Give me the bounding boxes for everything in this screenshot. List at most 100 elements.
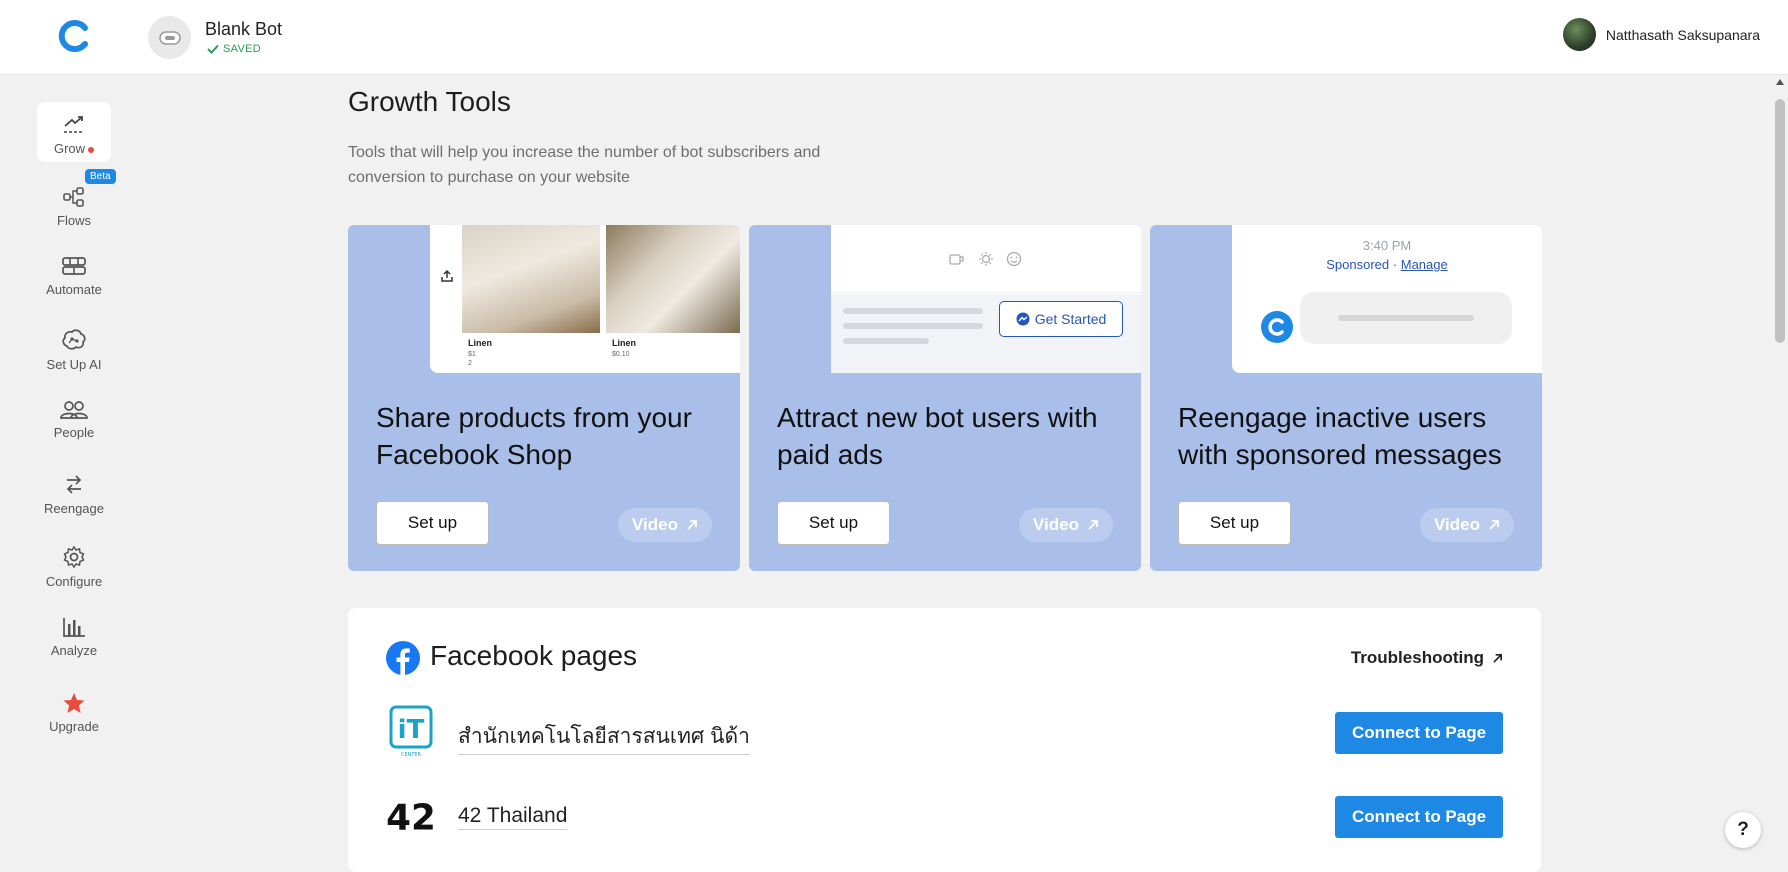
logo-text: 42 bbox=[386, 797, 436, 837]
video-button[interactable]: Video bbox=[618, 508, 712, 542]
video-button[interactable]: Video bbox=[1420, 508, 1514, 542]
facebook-pages-title: Facebook pages bbox=[430, 640, 638, 671]
beta-badge: Beta bbox=[85, 169, 116, 184]
sponsored-label: Sponsored bbox=[1326, 257, 1390, 272]
gear-icon bbox=[63, 545, 85, 569]
sidebar-item-label: Reengage bbox=[44, 501, 104, 516]
user-menu[interactable]: Natthasath Saksupanara bbox=[1562, 18, 1760, 51]
page-logo-it-center: iT CENTER bbox=[386, 704, 436, 760]
product-name: Linen bbox=[612, 338, 636, 348]
get-started-button[interactable]: Get Started bbox=[999, 301, 1123, 337]
42-logo: 42 bbox=[386, 797, 436, 837]
external-arrow-icon bbox=[1489, 520, 1499, 530]
growth-card-facebook-shop: Linen $1 2 Linen $0.10 Share products fr… bbox=[348, 225, 740, 571]
chatfuel-logo-icon[interactable] bbox=[56, 18, 92, 54]
growth-card-sponsored-messages: 3:40 PM Sponsored · Manage Reengage inac… bbox=[1150, 225, 1542, 571]
shop-preview: Linen $1 2 Linen $0.10 bbox=[430, 225, 740, 373]
card-heading: Reengage inactive users with sponsored m… bbox=[1178, 402, 1502, 470]
product-name: Linen bbox=[468, 338, 492, 348]
message-placeholder-line bbox=[843, 338, 929, 344]
message-placeholder-line bbox=[843, 323, 983, 329]
manage-link[interactable]: Manage bbox=[1401, 257, 1448, 272]
chat-body: Get Started bbox=[831, 294, 1141, 373]
video-label: Video bbox=[1033, 515, 1079, 534]
logo-text: iT bbox=[398, 715, 425, 745]
sponsored-preview: 3:40 PM Sponsored · Manage bbox=[1232, 225, 1542, 373]
page-name[interactable]: สำนักเทคโนโลยีสารสนเทศ นิด้า bbox=[458, 720, 750, 755]
setup-button[interactable]: Set up bbox=[376, 501, 489, 545]
automate-icon bbox=[62, 257, 86, 275]
scroll-up-arrow-icon[interactable] bbox=[1776, 79, 1784, 85]
sidebar-item-analyze[interactable]: Analyze bbox=[37, 604, 111, 664]
robot-icon bbox=[158, 30, 181, 45]
sidebar-item-label: Set Up AI bbox=[46, 357, 102, 372]
connect-to-page-button[interactable]: Connect to Page bbox=[1335, 712, 1503, 754]
it-center-logo: iT CENTER bbox=[389, 705, 433, 758]
messenger-icon bbox=[1016, 312, 1030, 326]
product-image-bed[interactable] bbox=[462, 225, 600, 333]
ai-brain-icon bbox=[62, 329, 86, 350]
grow-label: Grow bbox=[53, 141, 86, 156]
video-label: Video bbox=[1434, 515, 1480, 534]
troubleshooting-link[interactable]: Troubleshooting bbox=[1351, 648, 1503, 668]
connect-to-page-button[interactable]: Connect to Page bbox=[1335, 796, 1503, 838]
scrollbar[interactable] bbox=[1772, 75, 1788, 872]
page-title: Growth Tools bbox=[348, 86, 511, 117]
trend-icon bbox=[64, 116, 84, 133]
sidebar-item-people[interactable]: People bbox=[37, 386, 111, 446]
help-button[interactable]: ? bbox=[1725, 812, 1761, 848]
facebook-pages-panel: Facebook pages Troubleshooting iT CENTER… bbox=[348, 608, 1541, 872]
page-subtitle: Tools that will help you increase the nu… bbox=[348, 144, 821, 186]
page-logo-42: 42 bbox=[386, 788, 436, 844]
star-icon bbox=[63, 693, 85, 713]
sidebar-item-label: Flows bbox=[57, 213, 91, 228]
sidebar-item-configure[interactable]: Configure bbox=[37, 535, 111, 595]
flows-icon bbox=[63, 187, 84, 207]
video-button[interactable]: Video bbox=[1019, 508, 1113, 542]
scroll-thumb[interactable] bbox=[1775, 99, 1785, 343]
message-time: 3:40 PM bbox=[1362, 238, 1412, 253]
troubleshooting-label: Troubleshooting bbox=[1350, 648, 1484, 667]
sidebar-item-setup-ai[interactable]: Set Up AI bbox=[37, 318, 111, 378]
sponsored-line: Sponsored · Manage bbox=[1232, 257, 1542, 272]
sidebar-item-label: Grow bbox=[53, 141, 95, 156]
external-arrow-icon bbox=[1088, 520, 1098, 530]
user-name[interactable]: Natthasath Saksupanara bbox=[1606, 27, 1760, 43]
external-arrow-icon bbox=[687, 520, 697, 530]
product-qty: 2 bbox=[468, 360, 472, 367]
chatfuel-avatar-icon bbox=[1261, 311, 1293, 343]
check-icon bbox=[207, 44, 219, 54]
bot-name[interactable]: Blank Bot bbox=[205, 19, 282, 40]
reengage-icon bbox=[66, 475, 82, 494]
bar-chart-icon bbox=[63, 618, 85, 637]
sidebar-item-grow[interactable]: Grow bbox=[37, 102, 111, 162]
setup-button[interactable]: Set up bbox=[1178, 501, 1291, 545]
sidebar-item-reengage[interactable]: Reengage bbox=[37, 462, 111, 522]
sidebar-item-automate[interactable]: Automate bbox=[37, 243, 111, 303]
product-image-room[interactable] bbox=[606, 225, 740, 333]
facebook-page-row: 42 42 Thailand Connect to Page bbox=[386, 788, 1503, 848]
message-bubble bbox=[1300, 292, 1512, 344]
page-name[interactable]: 42 Thailand bbox=[458, 804, 568, 830]
logo-subtext: CENTER bbox=[401, 752, 422, 758]
video-label: Video bbox=[632, 515, 678, 534]
message-placeholder-line bbox=[1338, 315, 1474, 321]
user-avatar[interactable] bbox=[1562, 18, 1596, 51]
growth-card-paid-ads: Get Started Attract new bot users with p… bbox=[749, 225, 1141, 571]
message-placeholder-line bbox=[843, 308, 983, 314]
card-heading: Attract new bot users with paid ads bbox=[777, 402, 1098, 470]
setup-button[interactable]: Set up bbox=[777, 501, 890, 545]
chat-header bbox=[831, 225, 1141, 293]
chat-toolbar-icons bbox=[949, 251, 1022, 267]
product-price: $0.10 bbox=[612, 351, 630, 358]
sidebar-item-label: Configure bbox=[45, 574, 103, 589]
bot-avatar[interactable] bbox=[148, 16, 191, 59]
external-arrow-icon bbox=[1493, 653, 1502, 663]
people-icon bbox=[60, 401, 88, 419]
facebook-page-row: iT CENTER สำนักเทคโนโลยีสารสนเทศ นิด้า C… bbox=[386, 704, 1503, 764]
top-bar: Blank Bot SAVED Natthasath Saksupanara bbox=[0, 0, 1788, 75]
separator: · bbox=[1392, 257, 1398, 272]
facebook-icon bbox=[386, 641, 420, 675]
sidebar-item-upgrade[interactable]: Upgrade bbox=[37, 680, 111, 740]
sidebar-item-label: People bbox=[53, 425, 95, 440]
